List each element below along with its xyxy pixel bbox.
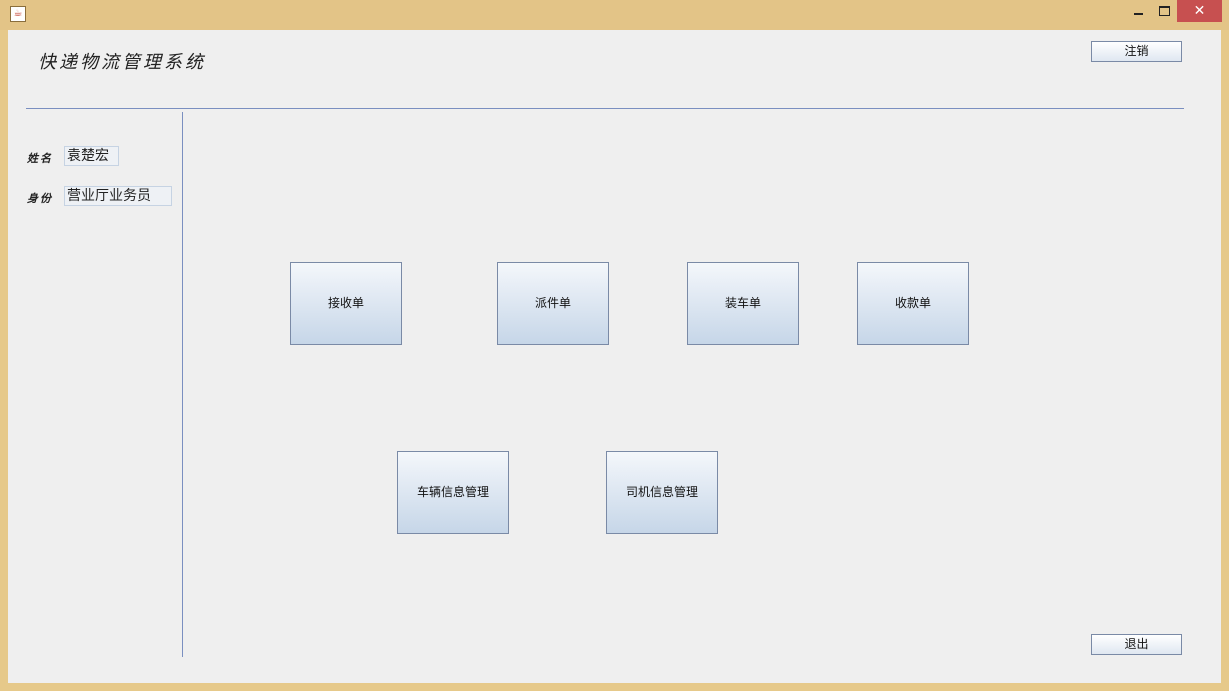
close-button[interactable]: ✕ [1177,0,1222,22]
header-divider [26,108,1184,109]
loading-order-button[interactable]: 装车单 [687,262,799,345]
receive-order-button[interactable]: 接收单 [290,262,402,345]
minimize-button[interactable] [1125,0,1151,22]
driver-management-button[interactable]: 司机信息管理 [606,451,718,534]
sidebar-divider [182,112,183,657]
name-label: 姓名 [27,152,53,165]
maximize-button[interactable] [1151,0,1177,22]
java-cup-icon[interactable]: ☕ [10,6,26,22]
close-icon: ✕ [1193,3,1206,19]
minimize-icon [1133,12,1143,15]
window-titlebar: ☕ ✕ [0,0,1229,30]
logout-button[interactable]: 注销 [1091,41,1182,62]
dispatch-order-button[interactable]: 派件单 [497,262,609,345]
payment-order-button[interactable]: 收款单 [857,262,969,345]
app-title: 快递物流管理系统 [38,52,206,73]
vehicle-management-button[interactable]: 车辆信息管理 [397,451,509,534]
exit-button[interactable]: 退出 [1091,634,1182,655]
main-window-content: 快递物流管理系统 注销 姓名 袁楚宏 身份 营业厅业务员 接收单 派件单 装车单… [8,30,1221,683]
role-label: 身份 [27,192,53,205]
role-field: 营业厅业务员 [64,186,172,206]
name-field: 袁楚宏 [64,146,119,166]
maximize-icon [1158,5,1170,16]
